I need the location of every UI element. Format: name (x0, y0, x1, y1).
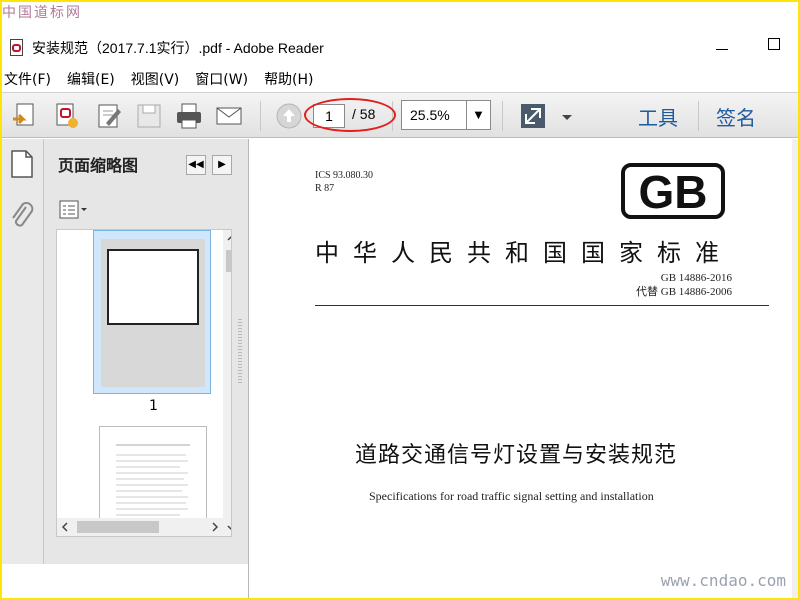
page-number-input[interactable]: 1 (313, 104, 345, 128)
chevron-down-icon[interactable]: ▼ (466, 101, 490, 129)
thumbnail-page-1[interactable] (93, 230, 211, 394)
category-code: R 87 (315, 183, 335, 194)
pdf-file-icon (8, 38, 26, 58)
fullscreen-icon[interactable] (518, 101, 548, 131)
window-controls (716, 38, 780, 50)
tools-button[interactable]: 工具 (638, 102, 678, 131)
toolbar-dropdown-icon[interactable] (560, 101, 574, 131)
zoom-select[interactable]: 25.5% ▼ (401, 100, 491, 130)
zoom-value: 25.5% (410, 107, 450, 123)
ics-code: ICS 93.080.30 R 87 (315, 170, 374, 194)
document-scroll-edge[interactable] (792, 139, 800, 600)
navigation-pane-strip (0, 139, 44, 564)
email-icon[interactable] (214, 101, 244, 131)
thumbnail-vertical-scrollbar[interactable] (223, 230, 231, 536)
menu-file[interactable]: 文件(F) (4, 69, 51, 89)
thumbnail-page-image (101, 239, 205, 387)
toolbar-separator (698, 101, 699, 131)
minimize-button[interactable] (716, 38, 728, 50)
page-thumbnails-icon[interactable] (8, 147, 36, 185)
open-file-icon[interactable] (10, 101, 40, 131)
maximize-button[interactable] (768, 38, 780, 50)
menu-bar: 文件(F) 编辑(E) 视图(V) 窗口(W) 帮助(H) (0, 68, 800, 90)
collapse-panel-icon[interactable]: ◀◀ (186, 155, 206, 175)
menu-window[interactable]: 窗口(W) (195, 69, 248, 89)
document-view[interactable]: ICS 93.080.30 R 87 GB 中华人民共和国国家标准 GB 148… (248, 139, 800, 600)
save-icon[interactable] (134, 101, 164, 131)
page-total-label: / 58 (352, 106, 376, 122)
thumbnail-list[interactable]: 1 (56, 229, 232, 537)
thumbnail-horizontal-scrollbar[interactable] (57, 518, 223, 536)
document-subtitle: Specifications for road traffic signal s… (369, 489, 654, 503)
thumbnails-title: 页面缩略图 (58, 156, 139, 175)
panel-resize-handle[interactable] (232, 139, 248, 564)
print-icon[interactable] (174, 101, 204, 131)
toolbar-separator (502, 101, 503, 131)
toolbar-separator (392, 101, 393, 131)
thumbnail-options-icon[interactable] (58, 199, 90, 221)
window-title: 安装规范（2017.7.1实行）.pdf - Adobe Reader (32, 40, 324, 56)
title-bar: 安装规范（2017.7.1实行）.pdf - Adobe Reader (0, 34, 800, 62)
header-divider (315, 305, 769, 306)
toolbar-separator (260, 101, 261, 131)
thumbnail-page-number: 1 (149, 398, 158, 414)
previous-page-icon[interactable] (274, 101, 304, 131)
svg-text:GB: GB (639, 166, 708, 218)
sign-button[interactable]: 签名 (716, 102, 756, 131)
menu-edit[interactable]: 编辑(E) (67, 69, 115, 89)
site-watermark-top: 中国道标网 (2, 5, 82, 21)
toolbar (0, 92, 800, 138)
replaces-standard: 代替 GB 14886-2006 (636, 286, 732, 298)
document-header: 中华人民共和国国家标准 (315, 239, 733, 267)
gb-logo: GB (621, 161, 725, 221)
menu-view[interactable]: 视图(V) (131, 69, 180, 89)
menu-help[interactable]: 帮助(H) (264, 69, 313, 89)
edit-document-icon[interactable] (94, 101, 124, 131)
thumbnails-panel: 页面缩略图 ◀◀ ▶ 1 (44, 139, 248, 564)
create-pdf-icon[interactable] (52, 101, 82, 131)
site-watermark-bottom: www.cndao.com (660, 571, 786, 590)
expand-panel-icon[interactable]: ▶ (212, 155, 232, 175)
document-title: 道路交通信号灯设置与安装规范 (355, 443, 678, 468)
standard-number: GB 14886-2016 代替 GB 14886-2006 (636, 272, 732, 298)
attachments-icon[interactable] (8, 201, 36, 239)
